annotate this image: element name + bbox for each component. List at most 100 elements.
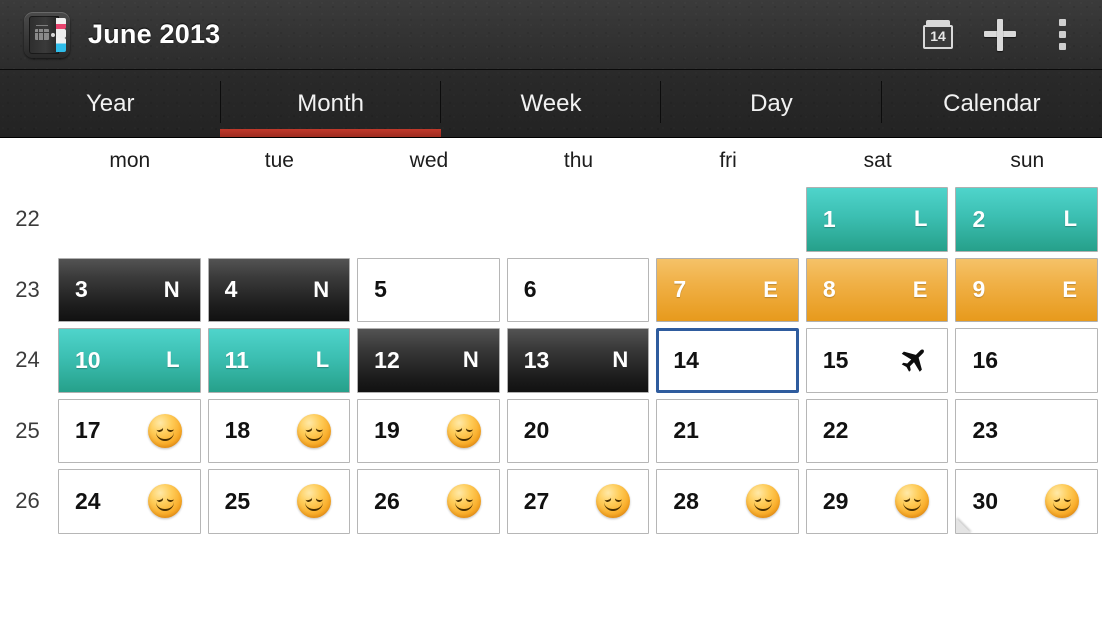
day-cell-25[interactable]: 25 [207,469,351,534]
day-number: 17 [75,417,101,444]
day-number: 10 [75,346,101,373]
day-cell-container: 27 [504,466,654,537]
shift-badge: N [612,347,629,373]
day-cell-9[interactable]: 9E [955,257,1099,322]
day-cell-container: 7E [653,255,803,326]
page-edge-cyan [56,37,66,52]
day-cell-container [354,184,504,255]
day-number: 16 [972,346,999,373]
day-cell-16[interactable]: 16 [955,328,1099,393]
day-cell-22[interactable]: 22 [805,398,949,463]
week-number: 25 [15,417,40,443]
day-cell-8[interactable]: 8E [805,257,949,322]
smiley-icon [446,413,481,448]
day-cell-container: 21 [653,396,803,467]
day-cell-19[interactable]: 19 [357,398,500,463]
day-cell-container: 10 L [55,325,205,396]
day-number: 5 [374,276,387,303]
day-number: 4 [224,276,238,303]
day-cell-15[interactable]: 15 [805,328,949,393]
week-number: 23 [15,276,40,302]
day-cell-container: 9E [952,255,1102,326]
day-cell-5[interactable]: 5 [357,257,500,322]
tab-calendar[interactable]: Calendar [882,70,1102,137]
day-cell-21[interactable]: 21 [656,398,799,463]
day-cell-empty [208,187,351,252]
day-cell-container: 12 N [354,325,504,396]
day-number: 25 [224,487,251,514]
day-cell-container: 18 [205,396,355,467]
day-cell-20[interactable]: 20 [506,398,650,463]
overflow-menu-button[interactable] [1042,15,1082,55]
day-cell-empty [656,187,799,252]
day-cell-23[interactable]: 23 [955,398,1099,463]
day-number: 9 [972,276,986,303]
tab-week-label: Week [520,89,582,117]
day-cell-empty [58,187,201,252]
day-cell-26[interactable]: 26 [357,469,500,534]
tab-year[interactable]: Year [0,70,220,137]
day-cell-container: 2L [952,184,1102,255]
shift-badge: N [313,276,330,302]
day-cell-10[interactable]: 10 L [58,328,201,393]
tab-month[interactable]: Month [220,70,442,137]
day-cell-container: 6 [504,255,654,326]
day-cell-29[interactable]: 29 [805,469,949,534]
day-cell-13[interactable]: 13 N [506,328,650,393]
day-number: 6 [523,276,537,303]
planner-book-icon[interactable] [24,11,70,58]
day-cell-17[interactable]: 17 [58,398,201,463]
day-cell-14[interactable]: 14 [656,328,799,393]
go-to-today-button[interactable]: 14 [918,15,958,55]
page-title: June 2013 [88,19,221,49]
day-number: 24 [75,487,101,514]
page-edge-white [56,28,66,38]
day-number: 27 [523,487,550,514]
day-cell-container: 20 [504,396,654,467]
airplane-icon [893,343,931,377]
calendar-header-strip [926,20,950,26]
tab-week[interactable]: Week [441,70,662,137]
smiley-icon [297,484,332,519]
day-cell-container: 24 [55,466,205,537]
day-cell-container [504,184,654,255]
shift-badge: L [914,206,928,232]
day-cell-container [653,184,803,255]
calendar-app: June 2013 14 Year Month Week Day Calenda… [0,0,1102,620]
add-event-button[interactable] [980,15,1020,55]
smiley-mouth [305,500,324,512]
view-tabs: Year Month Week Day Calendar [0,70,1102,138]
day-cell-container: 30 [952,466,1102,537]
shift-badge: N [163,276,180,302]
day-cell-1[interactable]: 1L [805,187,949,252]
smiley-mouth [305,430,324,441]
smiley-mouth [454,430,473,441]
smiley-mouth [1053,500,1072,512]
tab-day[interactable]: Day [661,70,882,137]
tab-year-label: Year [85,89,135,117]
day-cell-11[interactable]: 11 L [207,328,351,393]
day-cell-27[interactable]: 27 [506,469,650,534]
day-cell-6[interactable]: 6 [506,257,650,322]
day-cell-4[interactable]: 4N [207,257,351,322]
day-number: 1 [822,205,836,232]
day-cell-18[interactable]: 18 [207,398,351,463]
day-cell-3[interactable]: 3N [58,257,201,322]
day-cell-30[interactable]: 30 [955,469,1099,534]
weekday-tue: tue [264,149,294,172]
day-cell-2[interactable]: 2L [955,187,1099,252]
day-number: 22 [822,417,849,444]
shift-badge: E [763,276,778,302]
tab-month-label: Month [297,89,364,117]
shift-badge: E [1062,276,1078,302]
day-cell-24[interactable]: 24 [58,469,201,534]
day-cell-container [55,184,205,255]
smiley-mouth [155,500,174,512]
week-row: 26 24 25 26 27 28 29 30 [0,466,1102,537]
day-cell-12[interactable]: 12 N [357,328,500,393]
day-cell-28[interactable]: 28 [656,469,799,534]
day-number: 20 [523,417,550,444]
day-cell-7[interactable]: 7E [656,257,799,322]
day-number: 23 [972,417,999,444]
day-number: 30 [972,487,999,514]
